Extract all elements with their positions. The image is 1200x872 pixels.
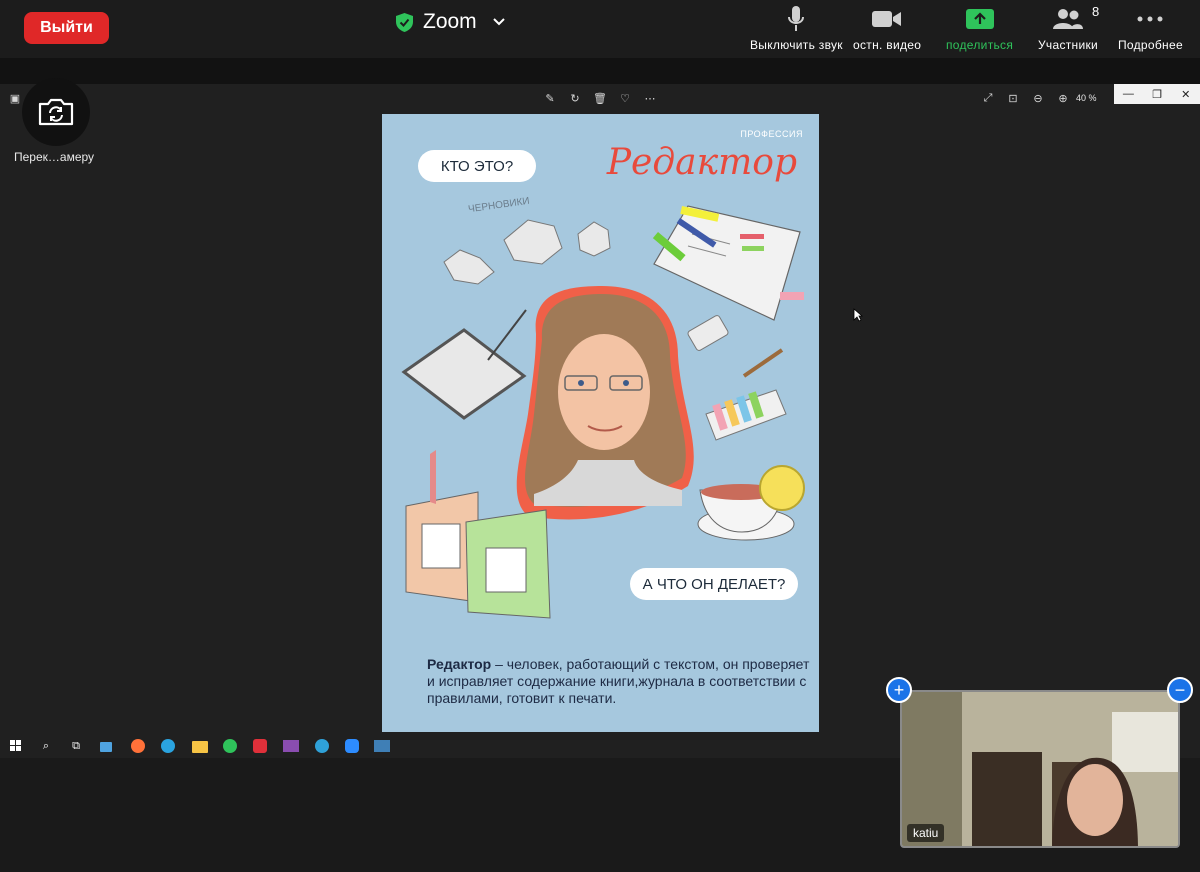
firefox-icon[interactable]	[128, 736, 148, 756]
app-title: Zoom	[423, 10, 477, 33]
switch-camera-label: Перек…амеру	[14, 150, 95, 164]
poster-illustration	[401, 205, 805, 619]
mouse-cursor-icon	[853, 308, 863, 322]
minimize-video-button[interactable]: −	[1167, 677, 1193, 703]
poster-title: Редактор	[606, 142, 797, 183]
store-icon[interactable]	[96, 736, 116, 756]
window-controls: — ❐ ✕	[1114, 84, 1200, 104]
tablet-illustration	[401, 309, 527, 420]
more-dots-icon	[1137, 16, 1163, 22]
camera-switch-icon	[38, 98, 74, 126]
mute-label: Выключить звук	[750, 38, 843, 52]
taskbar-search-icon[interactable]: ⌕	[36, 736, 56, 756]
poster-description: Редактор – человек, работающий с текстом…	[427, 656, 819, 707]
participants-label: Участники	[1038, 38, 1099, 52]
switch-camera-button[interactable]	[22, 78, 90, 146]
crumpled-drafts	[443, 219, 611, 285]
participants-icon	[1053, 9, 1084, 29]
meeting-title[interactable]: Zoom	[396, 10, 505, 34]
whatsapp-icon[interactable]	[220, 736, 240, 756]
telegram-icon[interactable]	[158, 736, 178, 756]
zoom-out-icon[interactable]: ⊖	[1031, 91, 1045, 105]
mute-button[interactable]: Выключить звук	[750, 4, 843, 52]
video-camera-icon	[872, 11, 902, 27]
participants-count: 8	[1092, 4, 1100, 19]
participant-name: katiu	[907, 824, 945, 842]
task-view-icon[interactable]: ⧉	[66, 736, 86, 756]
portrait-illustration	[516, 286, 694, 520]
question-bubble-who: КТО ЭТО?	[418, 150, 536, 182]
participant-video-tile[interactable]: katiu	[900, 690, 1180, 848]
shield-icon	[396, 12, 413, 32]
zoom-topbar	[0, 0, 1200, 58]
eraser	[687, 315, 729, 351]
share-info-bar	[0, 58, 1200, 84]
more-button[interactable]: Подробнее	[1118, 4, 1183, 52]
more-options-icon[interactable]: ⋯	[643, 91, 657, 105]
actual-size-icon[interactable]: ⊡	[1006, 91, 1020, 105]
share-screen-icon	[965, 9, 994, 29]
zoom-in-icon[interactable]: ⊕	[1056, 91, 1070, 105]
notebook-illustration	[653, 205, 804, 321]
tea-cup-illustration	[697, 465, 805, 541]
minimize-icon[interactable]: —	[1114, 84, 1143, 104]
add-video-button[interactable]: +	[886, 677, 912, 703]
question-bubble-what: А ЧТО ОН ДЕЛАЕТ?	[630, 568, 798, 600]
video-button[interactable]: остн. видео	[853, 4, 921, 52]
photos-app-icon[interactable]	[372, 736, 392, 756]
share-button[interactable]: поделиться	[946, 4, 1013, 52]
participants-button[interactable]: Участники 8	[1038, 4, 1100, 52]
close-icon[interactable]: ✕	[1171, 84, 1200, 104]
fullscreen-icon[interactable]: ⤢	[981, 91, 995, 105]
file-explorer-icon[interactable]	[190, 736, 210, 756]
favorite-icon[interactable]: ♡	[618, 91, 632, 105]
delete-icon[interactable]: 🗑	[593, 91, 607, 105]
video-label: остн. видео	[853, 38, 922, 52]
description-bold: Редактор	[427, 656, 492, 672]
profession-label: ПРОФЕССИЯ	[740, 129, 803, 139]
image-icon: ▣	[9, 92, 21, 105]
microphone-icon	[788, 6, 805, 31]
zoom-app-icon[interactable]	[342, 736, 362, 756]
more-label: Подробнее	[1118, 38, 1183, 52]
windows-start-icon[interactable]	[6, 736, 26, 756]
share-label: поделиться	[946, 38, 1014, 52]
restore-icon[interactable]: ❐	[1143, 84, 1172, 104]
sticky-tabs	[705, 389, 787, 441]
edge-icon[interactable]	[312, 736, 332, 756]
leave-button[interactable]: Выйти	[24, 12, 109, 44]
zoom-level: 40 %	[1076, 93, 1097, 103]
shared-poster-image: ПРОФЕССИЯ Редактор КТО ЭТО? ЧЕРНОВИКИ А …	[382, 114, 819, 732]
edit-icon[interactable]: ✎	[543, 91, 557, 105]
chevron-down-icon	[492, 18, 505, 26]
pencil	[742, 348, 784, 378]
participant-video-feed	[902, 692, 1178, 846]
winrar-icon[interactable]	[281, 736, 301, 756]
app-red-icon[interactable]	[250, 736, 270, 756]
rotate-icon[interactable]: ↻	[568, 91, 582, 105]
